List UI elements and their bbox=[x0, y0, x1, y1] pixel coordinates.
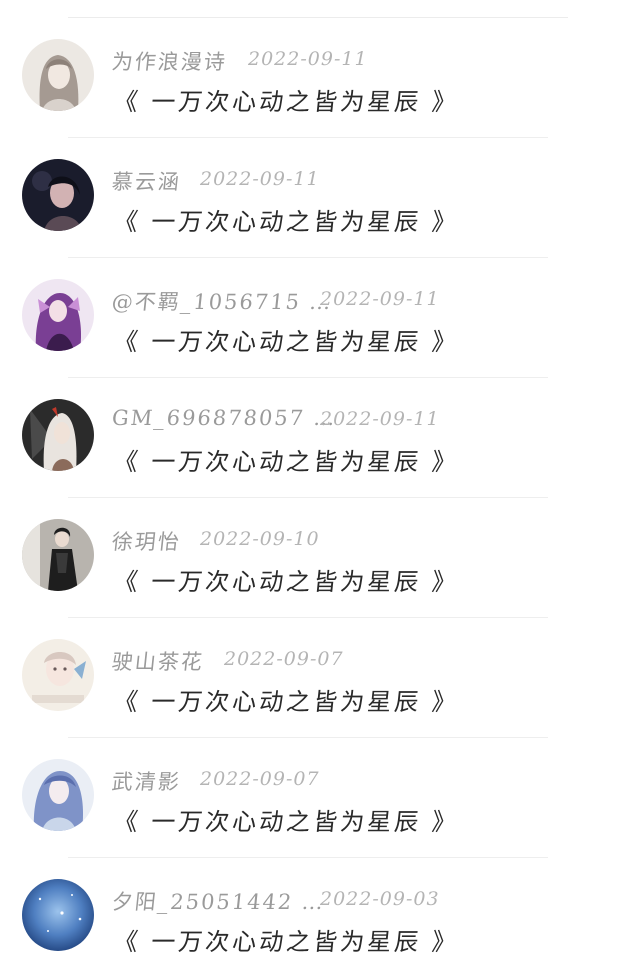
comment-row[interactable]: 驶山茶花 2022-09-07 《 一万次心动之皆为星辰 》 bbox=[0, 618, 640, 738]
comment-date: 2022-09-10 bbox=[200, 528, 320, 550]
username[interactable]: @不羁_1056715 … bbox=[110, 286, 334, 316]
avatar-blue-hair-anime-icon[interactable] bbox=[22, 759, 94, 831]
username[interactable]: 徐玥怡 bbox=[110, 526, 183, 556]
comment-text: 《 一万次心动之皆为星辰 》 bbox=[112, 328, 461, 356]
avatar-starry-sky-icon[interactable] bbox=[22, 879, 94, 951]
comment-text: 《 一万次心动之皆为星辰 》 bbox=[112, 208, 461, 236]
comment-date: 2022-09-03 bbox=[320, 888, 440, 910]
comment-date: 2022-09-11 bbox=[248, 48, 368, 70]
comment-list: 为作浪漫诗 2022-09-11 《 一万次心动之皆为星辰 》 慕云涵 2022… bbox=[0, 0, 640, 968]
comment-text: 《 一万次心动之皆为星辰 》 bbox=[112, 448, 461, 476]
comment-text: 《 一万次心动之皆为星辰 》 bbox=[112, 808, 461, 836]
comment-text: 《 一万次心动之皆为星辰 》 bbox=[112, 928, 461, 956]
avatar-purple-anime-icon[interactable] bbox=[22, 279, 94, 351]
username[interactable]: 武清影 bbox=[110, 766, 183, 796]
username[interactable]: GM_696878057 … bbox=[111, 406, 338, 430]
avatar-white-hair-warrior-icon[interactable] bbox=[22, 399, 94, 471]
username[interactable]: 慕云涵 bbox=[110, 166, 183, 196]
comment-text: 《 一万次心动之皆为星辰 》 bbox=[112, 568, 461, 596]
comment-row[interactable]: 夕阳_25051442 … 2022-09-03 《 一万次心动之皆为星辰 》 bbox=[0, 858, 640, 968]
comment-row[interactable]: GM_696878057 … 2022-09-11 《 一万次心动之皆为星辰 》 bbox=[0, 378, 640, 498]
comment-date: 2022-09-07 bbox=[200, 768, 320, 790]
avatar-grey-hair-girl-icon[interactable] bbox=[22, 39, 94, 111]
comment-date: 2022-09-11 bbox=[320, 408, 440, 430]
comment-row[interactable]: 为作浪漫诗 2022-09-11 《 一万次心动之皆为星辰 》 bbox=[0, 18, 640, 138]
avatar-dark-portrait-icon[interactable] bbox=[22, 159, 94, 231]
avatar-black-outfit-girl-icon[interactable] bbox=[22, 519, 94, 591]
comment-row[interactable]: 徐玥怡 2022-09-10 《 一万次心动之皆为星辰 》 bbox=[0, 498, 640, 618]
comment-row[interactable]: 武清影 2022-09-07 《 一万次心动之皆为星辰 》 bbox=[0, 738, 640, 858]
comment-row[interactable]: 慕云涵 2022-09-11 《 一万次心动之皆为星辰 》 bbox=[0, 138, 640, 258]
username[interactable]: 驶山茶花 bbox=[110, 646, 206, 676]
comment-date: 2022-09-07 bbox=[224, 648, 344, 670]
avatar-pastel-sketch-icon[interactable] bbox=[22, 639, 94, 711]
username[interactable]: 夕阳_25051442 … bbox=[110, 886, 327, 916]
comment-text: 《 一万次心动之皆为星辰 》 bbox=[112, 688, 461, 716]
username[interactable]: 为作浪漫诗 bbox=[110, 46, 229, 76]
comment-text: 《 一万次心动之皆为星辰 》 bbox=[112, 88, 461, 116]
comment-date: 2022-09-11 bbox=[200, 168, 320, 190]
comment-row[interactable]: @不羁_1056715 … 2022-09-11 《 一万次心动之皆为星辰 》 bbox=[0, 258, 640, 378]
comment-date: 2022-09-11 bbox=[320, 288, 440, 310]
